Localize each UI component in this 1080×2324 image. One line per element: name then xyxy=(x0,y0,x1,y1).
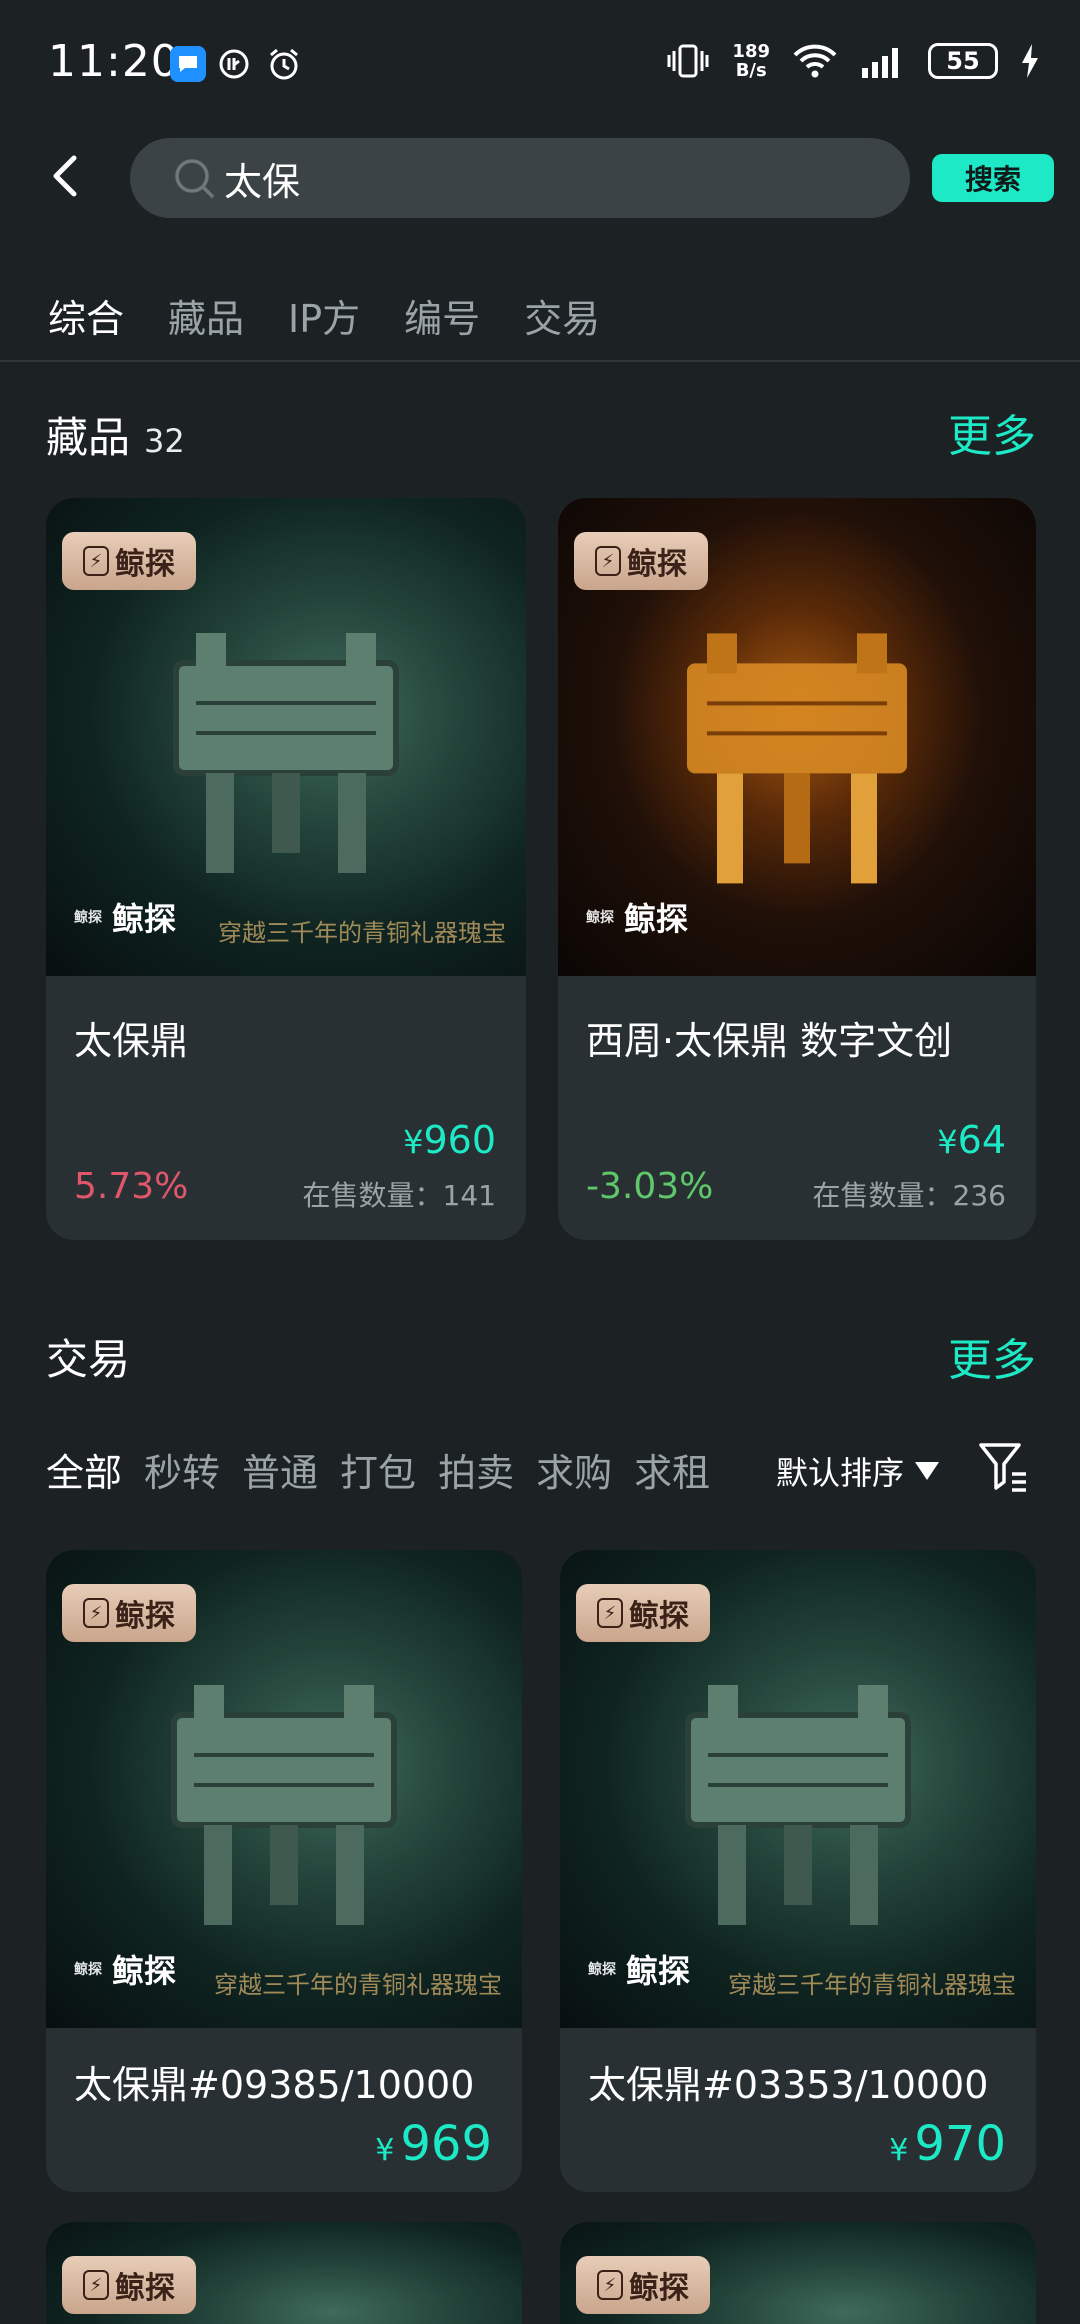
tab-serial[interactable]: 编号 xyxy=(404,288,480,343)
collections-more-link[interactable]: 更多 xyxy=(948,400,1036,464)
stock-count: 在售数量：141 xyxy=(302,1179,496,1212)
trade-item-name: 太保鼎#09385/10000 xyxy=(74,2063,475,2107)
vibrate-icon xyxy=(667,44,709,78)
triangle-down-icon xyxy=(915,1462,940,1480)
golden-ding-image xyxy=(687,633,907,884)
filter-wanted[interactable]: 求购 xyxy=(536,1442,612,1497)
collection-image: ⚡ 鲸探 鲸探 鲸探 xyxy=(558,498,1036,976)
trade-image: 穿越三千年的青铜礼器瑰宝 ⚡ 鲸探 鲸探 鲸探 xyxy=(46,1550,522,2028)
result-tabs: 综合 藏品 IP方 编号 交易 xyxy=(48,288,600,343)
brand-badge: ⚡ 鲸探 xyxy=(574,532,708,590)
search-input[interactable]: 太保 xyxy=(130,138,910,218)
filter-instant-transfer[interactable]: 秒转 xyxy=(144,1442,220,1497)
trade-price: ¥970 xyxy=(889,2116,1006,2172)
sort-label: 默认排序 xyxy=(776,1454,905,1492)
collections-count: 32 xyxy=(144,422,185,460)
brand-watermark: 鲸探 鲸探 xyxy=(588,1952,691,1990)
wifi-icon xyxy=(793,44,837,78)
bolt-icon: ⚡ xyxy=(597,2270,623,2300)
filter-icon[interactable] xyxy=(978,1440,1028,1494)
filter-bundle[interactable]: 打包 xyxy=(340,1442,416,1497)
sort-dropdown[interactable]: 默认排序 xyxy=(776,1448,940,1494)
search-button[interactable]: 搜索 xyxy=(932,154,1054,202)
signal-icon xyxy=(862,48,898,78)
bolt-icon: ⚡ xyxy=(597,1598,623,1628)
trade-card[interactable]: ⚡ 鲸探 xyxy=(46,2222,522,2324)
bronze-ding-image xyxy=(173,633,399,873)
trade-filters: 全部 秒转 普通 打包 拍卖 求购 求租 xyxy=(46,1442,710,1497)
tab-trade[interactable]: 交易 xyxy=(524,288,600,343)
stock-count: 在售数量：236 xyxy=(812,1179,1006,1212)
search-icon xyxy=(175,159,214,198)
collection-image: 穿越三千年的青铜礼器瑰宝 ⚡ 鲸探 鲸探 鲸探 xyxy=(46,498,526,976)
tab-overall[interactable]: 综合 xyxy=(48,288,124,343)
search-query: 太保 xyxy=(224,159,301,204)
network-speed: 189 B/s xyxy=(732,41,770,81)
bolt-icon: ⚡ xyxy=(83,2270,109,2300)
chevron-left-icon xyxy=(53,155,77,197)
brand-badge: ⚡ 鲸探 xyxy=(576,1584,710,1642)
tab-collections[interactable]: 藏品 xyxy=(168,288,244,343)
brand-badge: ⚡ 鲸探 xyxy=(62,2256,196,2314)
collection-name: 太保鼎 xyxy=(74,1019,189,1063)
image-caption: 穿越三千年的青铜礼器瑰宝 xyxy=(214,1971,502,1999)
collection-card[interactable]: ⚡ 鲸探 鲸探 鲸探 西周·太保鼎 数字文创 ¥64 -3.03% 在售数量：236 xyxy=(558,498,1036,1240)
trade-image: ⚡ 鲸探 xyxy=(560,2222,1036,2324)
bolt-icon: ⚡ xyxy=(595,546,621,576)
price-change: -3.03% xyxy=(586,1166,714,1207)
image-caption: 穿越三千年的青铜礼器瑰宝 xyxy=(218,919,506,947)
battery-indicator: 55 xyxy=(928,43,998,79)
brand-badge: ⚡ 鲸探 xyxy=(62,532,196,590)
alarm-icon xyxy=(266,46,302,82)
bronze-ding-image xyxy=(685,1685,911,1925)
price-change: 5.73% xyxy=(74,1166,189,1207)
collection-name: 西周·太保鼎 数字文创 xyxy=(586,1019,953,1063)
brand-badge: ⚡ 鲸探 xyxy=(576,2256,710,2314)
trade-image: ⚡ 鲸探 xyxy=(46,2222,522,2324)
collection-price: ¥64 xyxy=(937,1118,1006,1162)
filter-auction[interactable]: 拍卖 xyxy=(438,1442,514,1497)
bolt-icon: ⚡ xyxy=(83,546,109,576)
charging-icon xyxy=(1022,44,1038,78)
trade-card[interactable]: ⚡ 鲸探 xyxy=(560,2222,1036,2324)
status-bar: 11:20 189 B/s 55 xyxy=(0,0,1080,128)
clock: 11:20 xyxy=(48,36,180,87)
trade-price: ¥969 xyxy=(375,2116,492,2172)
bronze-ding-image xyxy=(171,1685,397,1925)
collection-card[interactable]: 穿越三千年的青铜礼器瑰宝 ⚡ 鲸探 鲸探 鲸探 太保鼎 ¥960 5.73% 在售数… xyxy=(46,498,526,1240)
trades-more-link[interactable]: 更多 xyxy=(948,1324,1036,1388)
trade-card[interactable]: 穿越三千年的青铜礼器瑰宝 ⚡ 鲸探 鲸探 鲸探 太保鼎#03353/10000 ¥9… xyxy=(560,1550,1036,2192)
collection-price: ¥960 xyxy=(403,1118,496,1162)
trade-item-name: 太保鼎#03353/10000 xyxy=(588,2063,989,2107)
back-button[interactable] xyxy=(46,148,86,204)
image-caption: 穿越三千年的青铜礼器瑰宝 xyxy=(728,1971,1016,1999)
divider xyxy=(0,360,1080,362)
tab-ip[interactable]: IP方 xyxy=(288,288,360,343)
trade-card[interactable]: 穿越三千年的青铜礼器瑰宝 ⚡ 鲸探 鲸探 鲸探 太保鼎#09385/10000 ¥9… xyxy=(46,1550,522,2192)
brand-badge: ⚡ 鲸探 xyxy=(62,1584,196,1642)
brand-watermark: 鲸探 鲸探 xyxy=(586,900,689,938)
trades-section-title: 交易 xyxy=(46,1335,131,1384)
message-app-icon xyxy=(170,46,206,82)
filter-rent[interactable]: 求租 xyxy=(634,1442,710,1497)
brand-watermark: 鲸探 鲸探 xyxy=(74,1952,177,1990)
brand-watermark: 鲸探 鲸探 xyxy=(74,900,177,938)
trade-image: 穿越三千年的青铜礼器瑰宝 ⚡ 鲸探 鲸探 鲸探 xyxy=(560,1550,1036,2028)
filter-all[interactable]: 全部 xyxy=(46,1442,122,1497)
collections-section-title: 藏品 32 xyxy=(46,413,185,462)
data-usage-icon xyxy=(216,46,252,82)
filter-normal[interactable]: 普通 xyxy=(242,1442,318,1497)
bolt-icon: ⚡ xyxy=(83,1598,109,1628)
